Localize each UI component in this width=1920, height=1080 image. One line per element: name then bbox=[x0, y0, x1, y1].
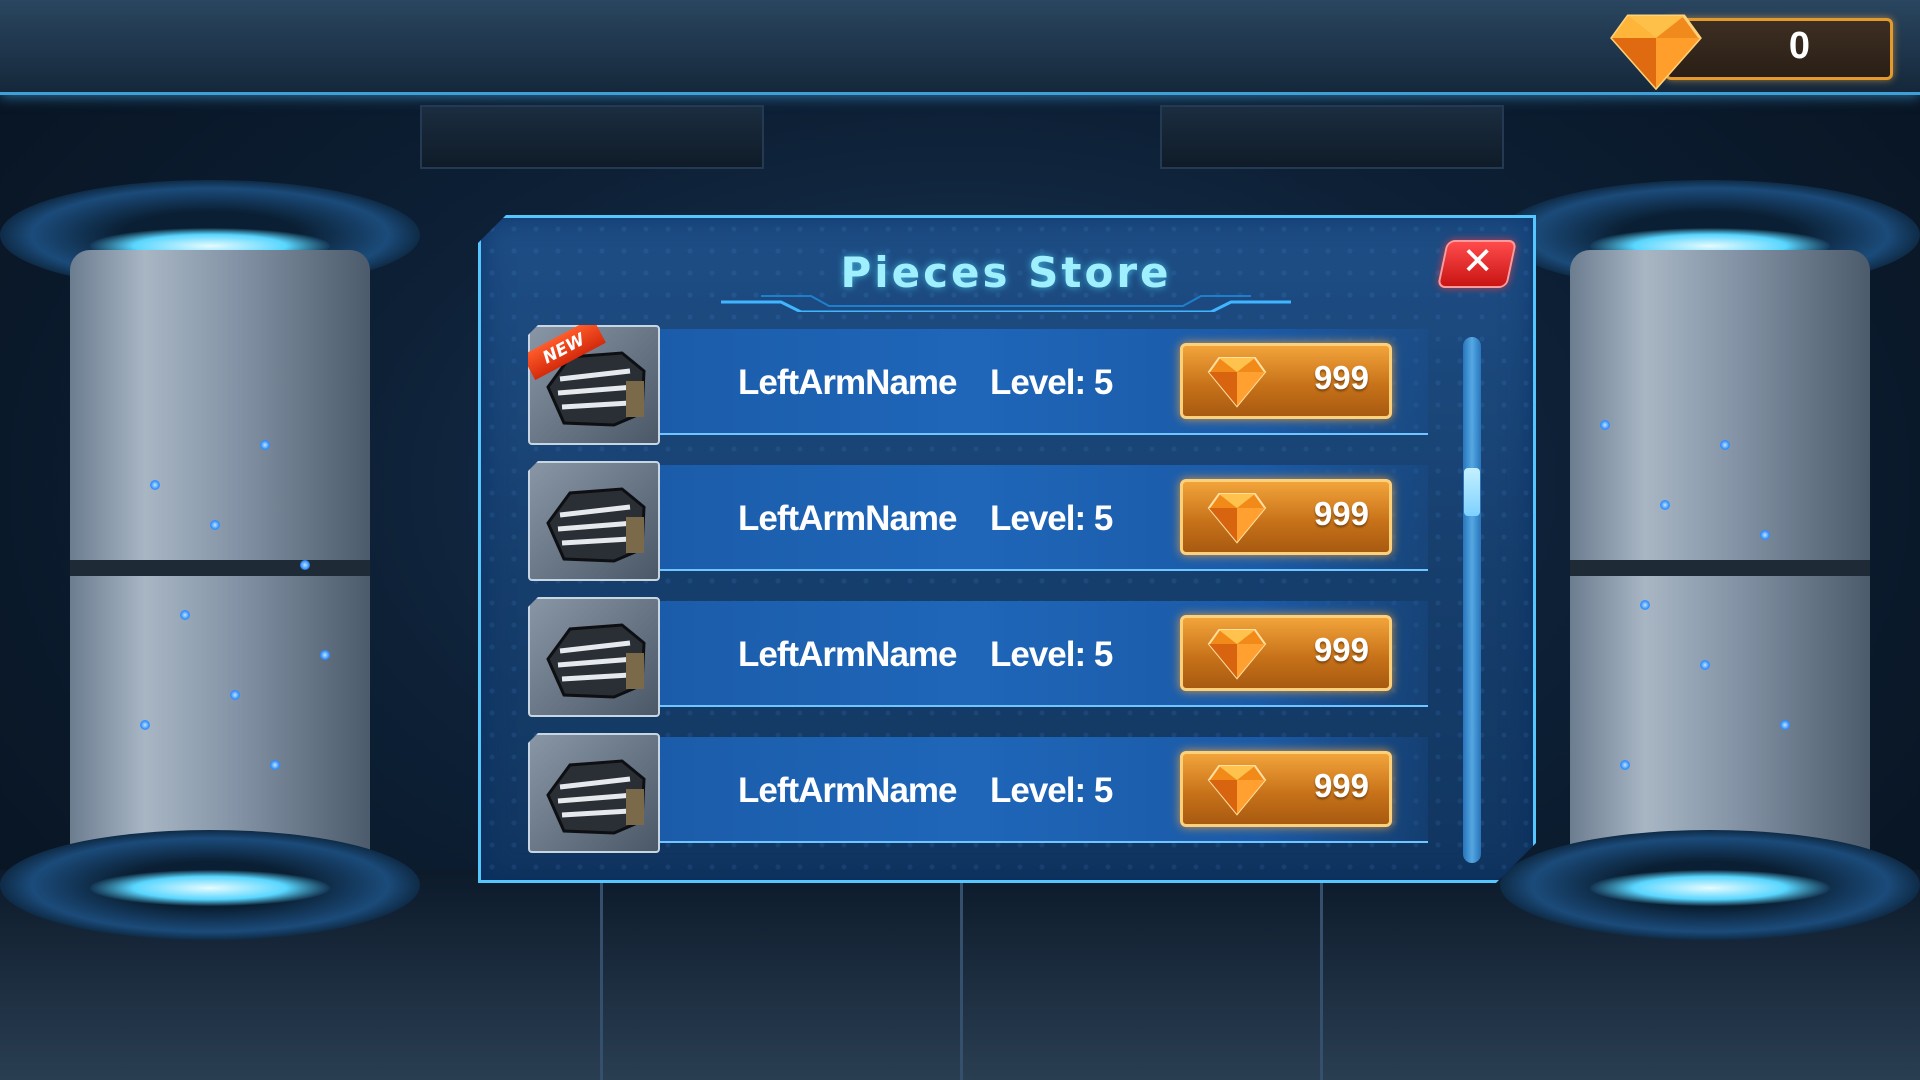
arm-weapon-icon: NEW bbox=[528, 325, 660, 445]
store-title: Pieces Store bbox=[840, 248, 1172, 297]
item-name: LeftArmName bbox=[738, 363, 957, 402]
item-price: 999 bbox=[1313, 495, 1369, 532]
item-name: LeftArmName bbox=[738, 635, 957, 674]
scrollbar-thumb[interactable] bbox=[1464, 468, 1480, 516]
close-button[interactable]: ✕ bbox=[1436, 239, 1518, 288]
diamond-icon bbox=[1207, 765, 1267, 816]
list-item[interactable]: LeftArmName Level: 5 999 bbox=[528, 461, 1428, 581]
item-price: 999 bbox=[1313, 359, 1369, 396]
item-name: LeftArmName bbox=[738, 499, 957, 538]
diamond-icon bbox=[1207, 493, 1267, 544]
item-price: 999 bbox=[1313, 631, 1369, 668]
item-level: Level: 5 bbox=[990, 499, 1113, 538]
list-item[interactable]: LeftArmName Level: 5 999 bbox=[528, 597, 1428, 717]
arm-weapon-icon bbox=[528, 461, 660, 581]
list-item[interactable]: LeftArmName Level: 5 999 bbox=[528, 733, 1428, 853]
list-item[interactable]: NEW LeftArmName Level: 5 999 bbox=[528, 325, 1428, 445]
close-icon: ✕ bbox=[1461, 239, 1494, 283]
arm-weapon-icon bbox=[528, 733, 660, 853]
diamond-icon bbox=[1207, 357, 1267, 408]
buy-button[interactable]: 999 bbox=[1180, 343, 1392, 419]
item-level: Level: 5 bbox=[990, 635, 1113, 674]
ceiling-panel bbox=[1160, 105, 1504, 169]
item-price: 999 bbox=[1313, 767, 1369, 804]
item-level: Level: 5 bbox=[990, 771, 1113, 810]
gem-count: 0 bbox=[1788, 25, 1810, 67]
title-plate: Pieces Store bbox=[721, 240, 1291, 312]
ceiling-panel bbox=[420, 105, 764, 169]
arm-weapon-icon bbox=[528, 597, 660, 717]
diamond-icon bbox=[1610, 14, 1702, 90]
left-pillar bbox=[0, 180, 420, 960]
diamond-icon bbox=[1207, 629, 1267, 680]
buy-button[interactable]: 999 bbox=[1180, 751, 1392, 827]
item-name: LeftArmName bbox=[738, 771, 957, 810]
right-pillar bbox=[1500, 180, 1920, 960]
buy-button[interactable]: 999 bbox=[1180, 615, 1392, 691]
item-level: Level: 5 bbox=[990, 363, 1113, 402]
scrollbar[interactable] bbox=[1463, 337, 1481, 863]
item-list: NEW LeftArmName Level: 5 999 LeftArmName… bbox=[528, 325, 1428, 855]
buy-button[interactable]: 999 bbox=[1180, 479, 1392, 555]
